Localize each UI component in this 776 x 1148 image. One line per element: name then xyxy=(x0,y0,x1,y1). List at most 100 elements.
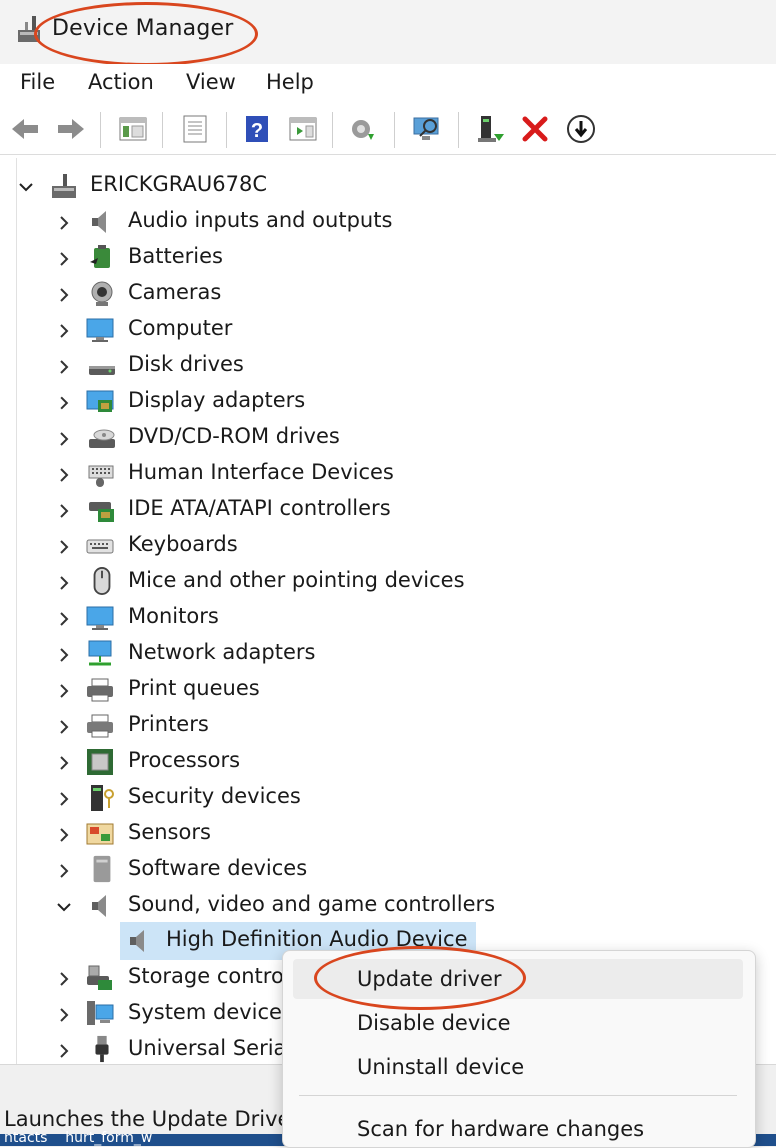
tree-item-label: Processors xyxy=(128,748,241,772)
tree-item-system-devices[interactable]: System devices xyxy=(0,998,293,1032)
chevron-right-icon[interactable] xyxy=(56,539,72,555)
toolbar-separator xyxy=(226,112,227,148)
chevron-right-icon[interactable] xyxy=(56,791,72,807)
menu-help[interactable]: Help xyxy=(266,70,314,94)
menu-item-scan-hardware[interactable]: Scan for hardware changes xyxy=(357,1117,644,1141)
menu-action[interactable]: Action xyxy=(88,70,154,94)
tree-item-print-queues[interactable]: Print queues xyxy=(0,674,500,708)
sensor-icon xyxy=(86,823,114,845)
battery-icon xyxy=(90,245,110,268)
tree-item-disk-drives[interactable]: Disk drives xyxy=(0,350,500,384)
menu-file[interactable]: File xyxy=(20,70,55,94)
chevron-right-icon[interactable] xyxy=(56,359,72,375)
status-text: Launches the Update Drive xyxy=(4,1107,291,1131)
tree-item-label: Audio inputs and outputs xyxy=(128,208,393,232)
chevron-right-icon[interactable] xyxy=(56,611,72,627)
tree-item-storage-controllers[interactable]: Storage contro xyxy=(0,962,290,996)
properties-icon[interactable] xyxy=(180,114,210,144)
tree-item-network-adapters[interactable]: Network adapters xyxy=(0,638,500,672)
tree-item-audio-inputs[interactable]: Audio inputs and outputs xyxy=(0,206,500,240)
menu-view[interactable]: View xyxy=(186,70,236,94)
chevron-down-icon[interactable] xyxy=(56,899,72,915)
print-queue-icon xyxy=(87,678,113,702)
scan-hardware-icon[interactable] xyxy=(412,114,442,144)
tree-item-sensors[interactable]: Sensors xyxy=(0,818,500,852)
chevron-right-icon[interactable] xyxy=(56,683,72,699)
menu-item-disable-device[interactable]: Disable device xyxy=(357,1011,511,1035)
tree-item-label: Security devices xyxy=(128,784,301,808)
toolbar: ? xyxy=(0,104,776,155)
tree-item-mice[interactable]: Mice and other pointing devices xyxy=(0,566,500,600)
tree-item-label: Software devices xyxy=(128,856,308,880)
tree-item-processors[interactable]: Processors xyxy=(0,746,500,780)
forward-arrow-icon[interactable] xyxy=(56,114,86,144)
chevron-right-icon[interactable] xyxy=(56,323,72,339)
chevron-right-icon[interactable] xyxy=(56,503,72,519)
chevron-right-icon[interactable] xyxy=(56,971,72,987)
update-driver-icon[interactable] xyxy=(348,114,378,144)
device-manager-icon xyxy=(18,16,40,42)
tree-item-label: Printers xyxy=(128,712,209,736)
ide-controller-icon xyxy=(89,502,114,522)
tree-item-keyboards[interactable]: Keyboards xyxy=(0,530,500,564)
toolbar-separator xyxy=(100,112,101,148)
disable-device-icon[interactable] xyxy=(566,114,596,144)
chevron-right-icon[interactable] xyxy=(56,755,72,771)
tree-item-display-adapters[interactable]: Display adapters xyxy=(0,386,500,420)
tree-item-usb[interactable]: Universal Seria xyxy=(0,1034,290,1068)
tree-item-cameras[interactable]: Cameras xyxy=(0,278,500,312)
action-pane-icon[interactable] xyxy=(288,114,318,144)
svg-text:?: ? xyxy=(251,120,263,142)
printer-icon xyxy=(87,714,113,738)
chevron-right-icon[interactable] xyxy=(56,251,72,267)
chevron-down-icon[interactable] xyxy=(18,179,34,195)
chevron-right-icon[interactable] xyxy=(56,215,72,231)
title-bar: Device Manager xyxy=(0,0,776,64)
tree-item-batteries[interactable]: Batteries xyxy=(0,242,500,276)
hid-icon xyxy=(88,465,114,487)
chevron-right-icon[interactable] xyxy=(56,1043,72,1059)
chevron-right-icon[interactable] xyxy=(56,431,72,447)
tree-item-security-devices[interactable]: Security devices xyxy=(0,782,500,816)
tree-root[interactable]: ERICKGRAU678C xyxy=(0,170,400,204)
chevron-right-icon[interactable] xyxy=(56,467,72,483)
add-legacy-icon[interactable] xyxy=(476,114,506,144)
taskbar-text: ntacts hurt_form_w xyxy=(4,1130,153,1146)
tree-item-hid[interactable]: Human Interface Devices xyxy=(0,458,500,492)
uninstall-icon[interactable] xyxy=(520,114,550,144)
chevron-right-icon[interactable] xyxy=(56,287,72,303)
tree-item-computer[interactable]: Computer xyxy=(0,314,500,348)
back-arrow-icon[interactable] xyxy=(10,114,40,144)
chevron-right-icon[interactable] xyxy=(56,863,72,879)
tree-item-label: Mice and other pointing devices xyxy=(128,568,465,592)
help-icon[interactable]: ? xyxy=(242,114,272,144)
tree-item-monitors[interactable]: Monitors xyxy=(0,602,500,636)
tree-item-label: Cameras xyxy=(128,280,222,304)
tree-item-label: IDE ATA/ATAPI controllers xyxy=(128,496,391,520)
menu-item-update-driver[interactable]: Update driver xyxy=(357,967,502,991)
monitor-icon xyxy=(86,318,114,342)
tree-item-ide-ata[interactable]: IDE ATA/ATAPI controllers xyxy=(0,494,500,528)
chevron-right-icon[interactable] xyxy=(56,1007,72,1023)
tree-item-label: Universal Seria xyxy=(128,1036,287,1060)
tree-item-dvd-cd-rom[interactable]: DVD/CD-ROM drives xyxy=(0,422,500,456)
tree-item-label: Storage contro xyxy=(128,964,284,988)
dvd-drive-icon xyxy=(89,429,115,448)
tree-item-software-devices[interactable]: Software devices xyxy=(0,854,500,888)
context-menu: Update driver Disable device Uninstall d… xyxy=(282,950,756,1148)
mouse-icon xyxy=(93,567,111,595)
chevron-right-icon[interactable] xyxy=(56,719,72,735)
camera-icon xyxy=(91,281,113,306)
tree-item-label: Keyboards xyxy=(128,532,238,556)
tree-item-sound-video[interactable]: Sound, video and game controllers xyxy=(0,890,520,924)
chevron-right-icon[interactable] xyxy=(56,827,72,843)
menu-item-uninstall-device[interactable]: Uninstall device xyxy=(357,1055,524,1079)
tree-item-label: Sound, video and game controllers xyxy=(128,892,496,916)
computer-root-icon xyxy=(52,174,76,198)
tree-item-printers[interactable]: Printers xyxy=(0,710,500,744)
show-hide-tree-icon[interactable] xyxy=(118,114,148,144)
chevron-right-icon[interactable] xyxy=(56,575,72,591)
chevron-right-icon[interactable] xyxy=(56,395,72,411)
chevron-right-icon[interactable] xyxy=(56,647,72,663)
tree-item-label: Monitors xyxy=(128,604,219,628)
